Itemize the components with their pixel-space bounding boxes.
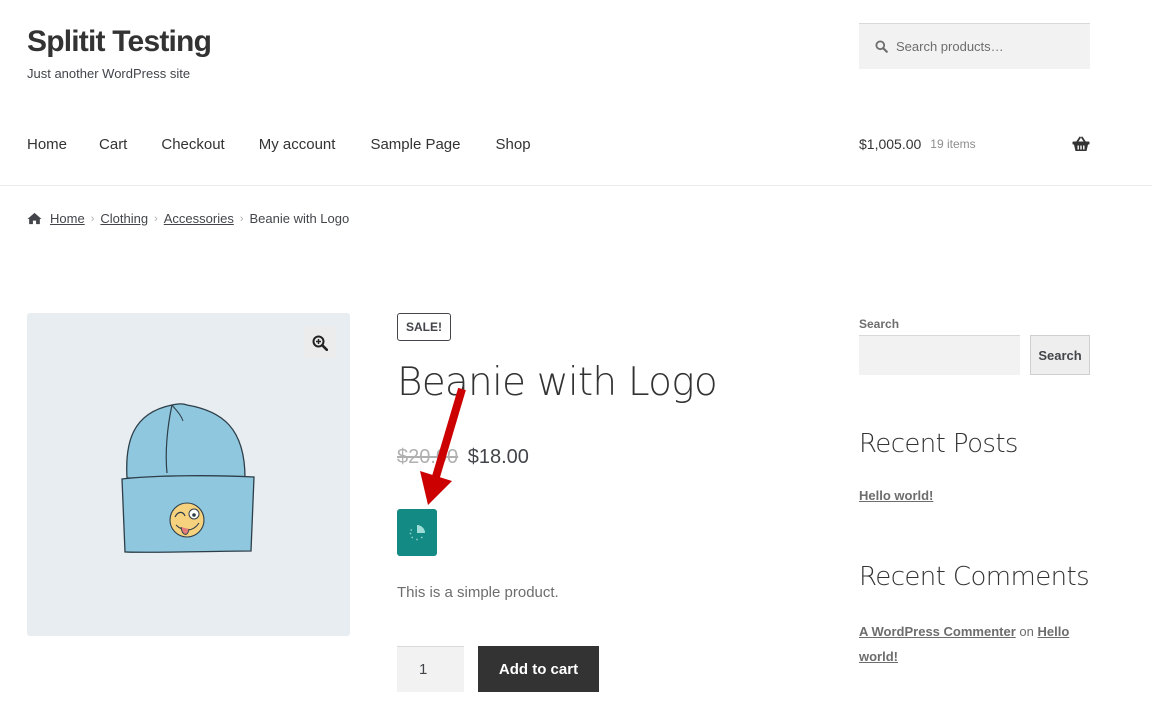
sale-badge: SALE!	[397, 313, 451, 341]
breadcrumb-clothing[interactable]: Clothing	[100, 211, 148, 226]
add-to-cart-button[interactable]: Add to cart	[478, 646, 599, 692]
sidebar-search-button[interactable]: Search	[1030, 335, 1090, 375]
recent-comments-title: Recent Comments	[859, 562, 1090, 592]
site-tagline: Just another WordPress site	[27, 66, 191, 81]
breadcrumb-accessories[interactable]: Accessories	[164, 211, 234, 226]
nav-item-home[interactable]: Home	[27, 136, 67, 153]
header-divider	[0, 185, 1152, 186]
nav-item-cart[interactable]: Cart	[99, 136, 127, 153]
primary-navigation: Home Cart Checkout My account Sample Pag…	[27, 136, 563, 153]
sale-price: $18.00	[467, 446, 529, 468]
cart-amount: $1,005.00	[859, 136, 922, 152]
product-price: $20.00 $18.00	[397, 446, 529, 469]
nav-item-sample-page[interactable]: Sample Page	[370, 136, 460, 153]
site-title[interactable]: Splitit Testing	[27, 25, 212, 59]
breadcrumb-separator-icon: ›	[154, 212, 158, 225]
product-image-gallery[interactable]	[27, 313, 350, 636]
product-short-description: This is a simple product.	[397, 584, 559, 601]
image-zoom-button[interactable]	[304, 327, 336, 359]
breadcrumb-current: Beanie with Logo	[249, 211, 350, 226]
comment-connector: on	[1019, 624, 1034, 639]
loading-spinner-icon	[409, 524, 425, 540]
recent-posts-title: Recent Posts	[859, 429, 1018, 459]
breadcrumb-separator-icon: ›	[239, 212, 244, 225]
product-search-input[interactable]	[896, 39, 1076, 54]
zoom-in-icon	[312, 335, 328, 351]
regular-price: $20.00	[397, 446, 459, 468]
recent-post-link[interactable]: Hello world!	[859, 488, 933, 503]
breadcrumb-separator-icon: ›	[90, 212, 95, 225]
splitit-payment-button[interactable]	[397, 509, 437, 556]
comment-author-link[interactable]: A WordPress Commenter	[859, 624, 1016, 639]
sidebar-search-input[interactable]	[859, 335, 1020, 375]
quantity-input[interactable]	[397, 646, 464, 692]
nav-item-checkout[interactable]: Checkout	[161, 136, 224, 153]
search-icon	[875, 40, 888, 53]
header-cart[interactable]: $1,005.00 19 items	[859, 136, 1090, 152]
nav-item-shop[interactable]: Shop	[496, 136, 531, 153]
product-title: Beanie with Logo	[397, 360, 718, 405]
breadcrumb: Home › Clothing › Accessories › Beanie w…	[27, 211, 349, 226]
nav-item-my-account[interactable]: My account	[259, 136, 336, 153]
beanie-product-image	[121, 403, 255, 553]
sidebar-search-label: Search	[859, 317, 900, 331]
product-search	[859, 23, 1090, 69]
home-icon	[27, 212, 42, 225]
basket-icon[interactable]	[1072, 136, 1090, 152]
breadcrumb-home[interactable]: Home	[50, 211, 85, 226]
cart-item-count: 19 items	[930, 137, 976, 151]
recent-comment-item: A WordPress Commenter on Hello world!	[859, 619, 1079, 669]
